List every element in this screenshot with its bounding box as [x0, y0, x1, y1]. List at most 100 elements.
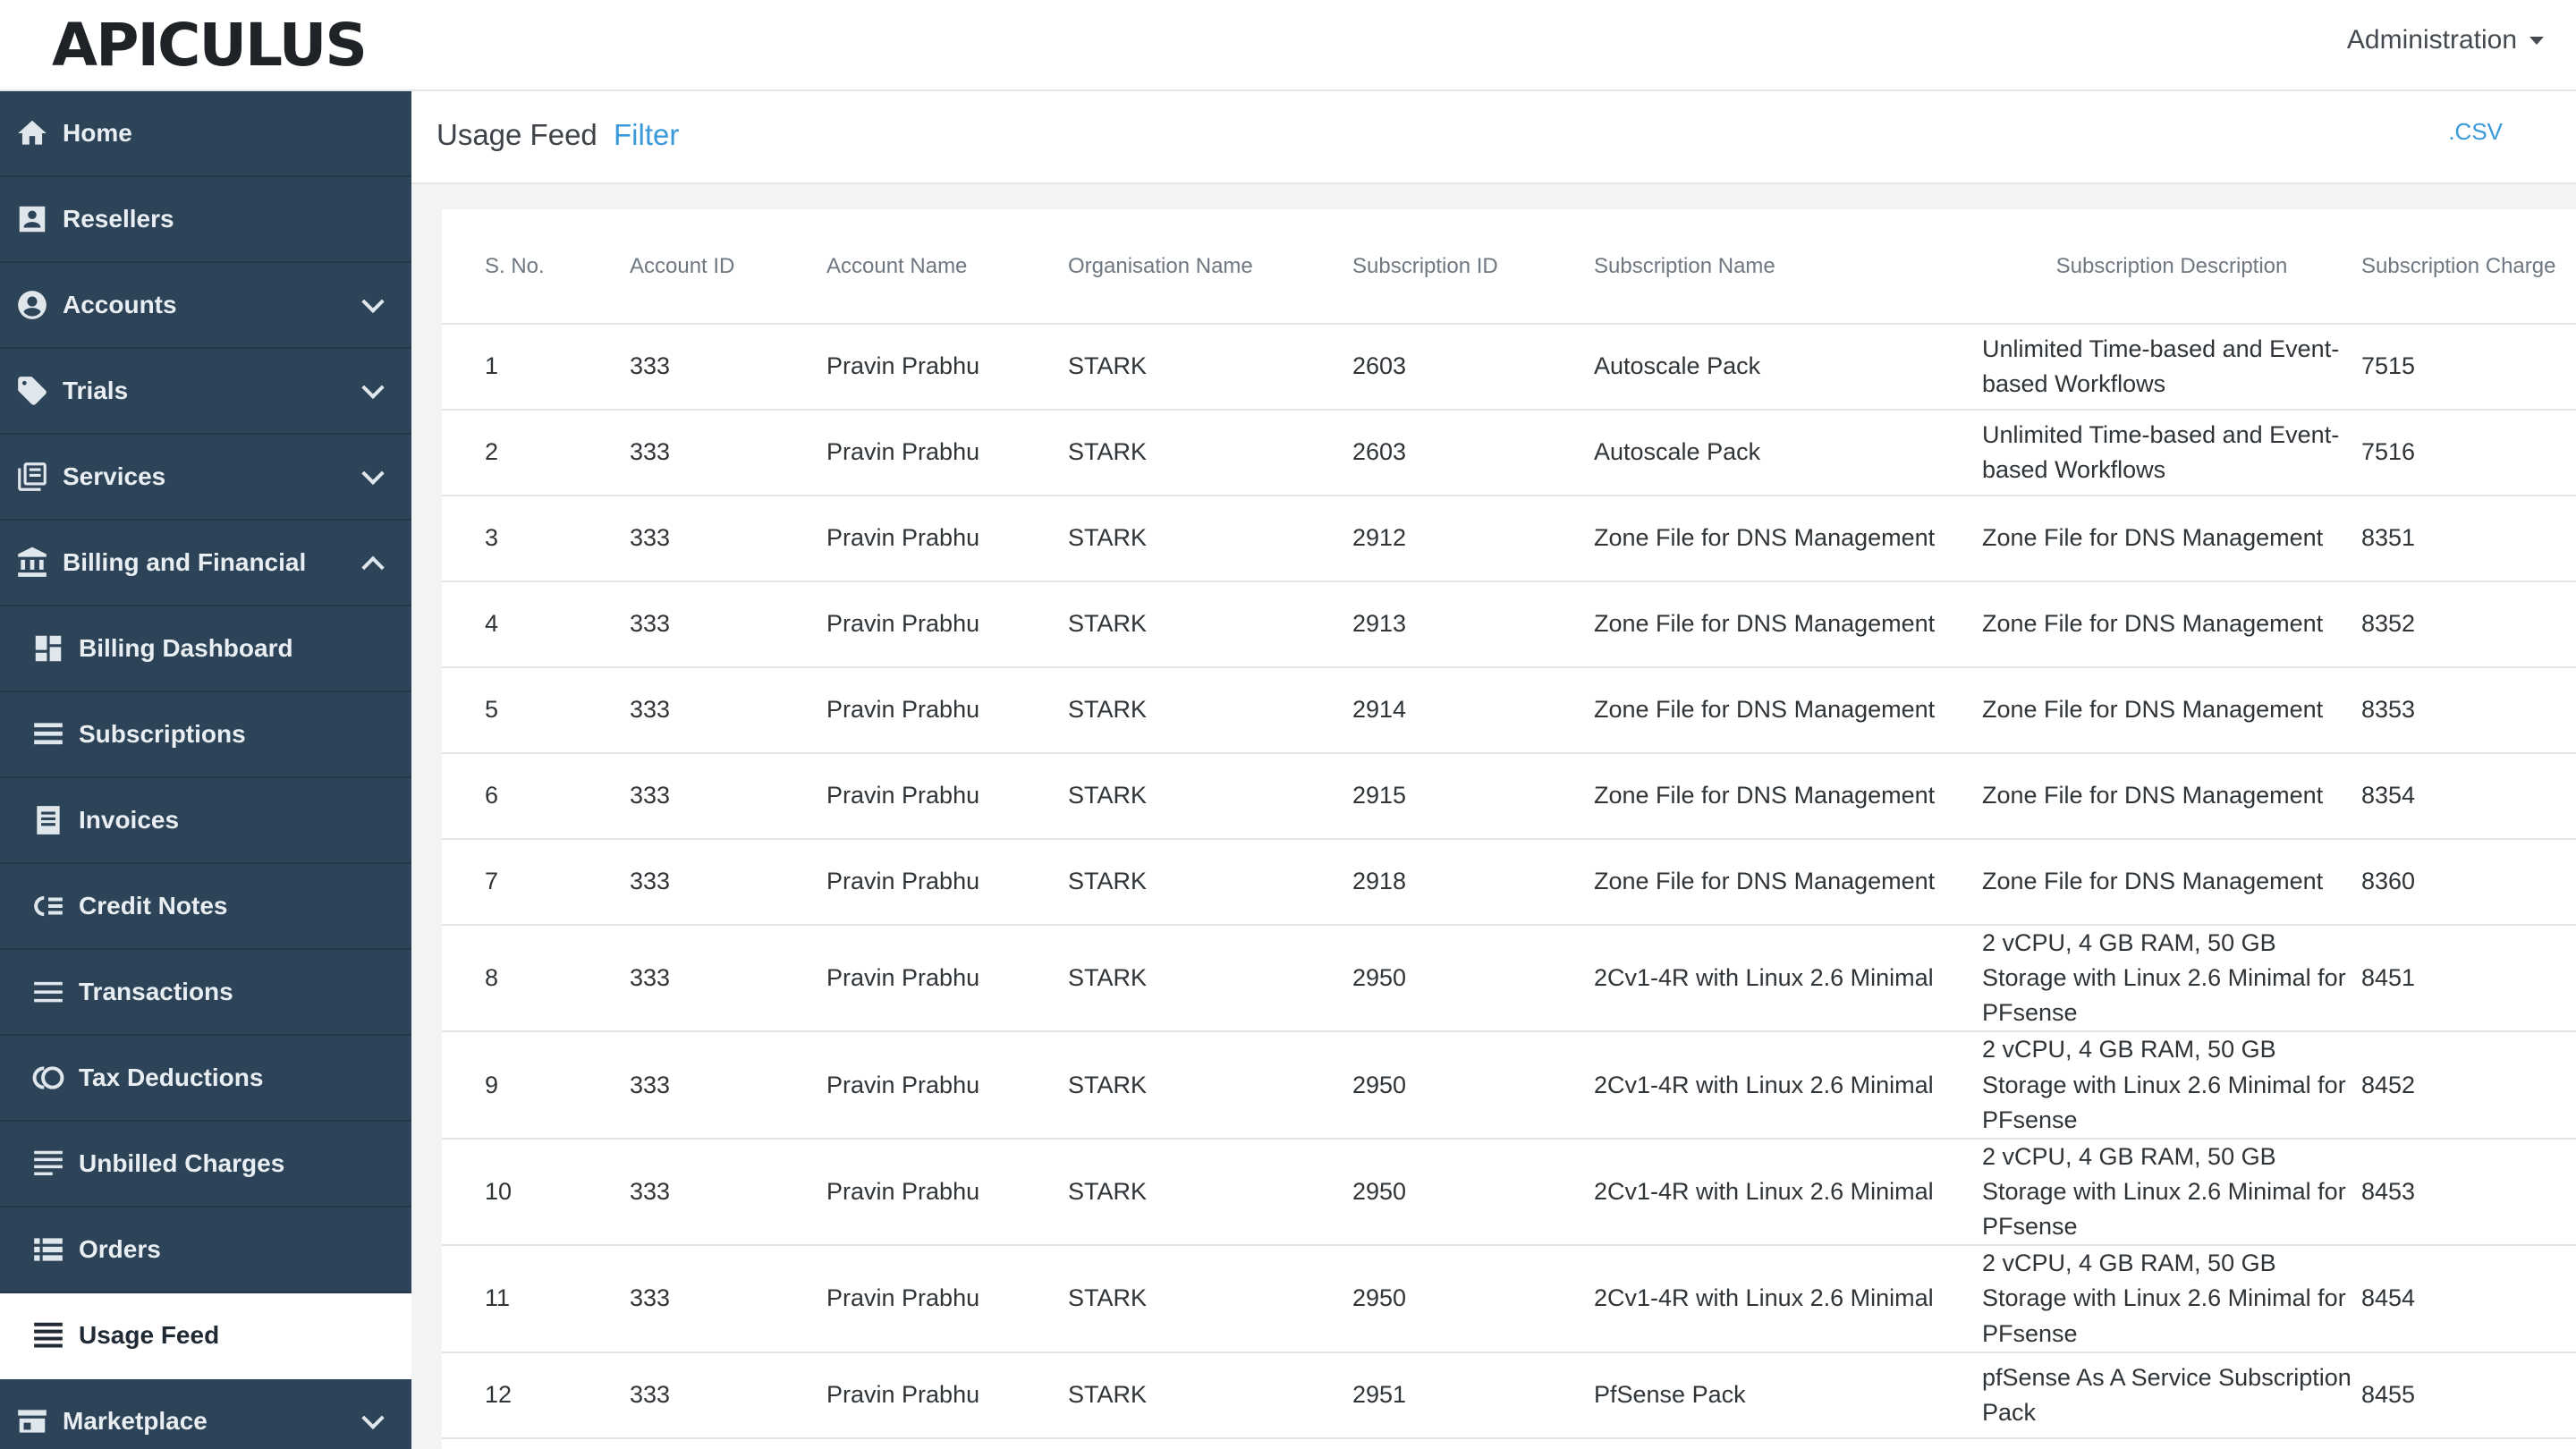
sidebar-item-accounts[interactable]: Accounts [0, 263, 411, 349]
caret-down-icon [2529, 36, 2544, 45]
sidebar-item-services[interactable]: Services [0, 435, 411, 521]
cell-account-id: 333 [630, 581, 826, 668]
sidebar-item-tax-deductions[interactable]: Tax Deductions [0, 1036, 411, 1122]
table-row[interactable]: 5 333 Pravin Prabhu STARK 2914 Zone File… [442, 667, 2576, 754]
cell-subscription-charge: 8455 [2361, 1352, 2576, 1439]
cell-s-no: 8 [442, 925, 630, 1033]
sidebar-item-credit-notes[interactable]: Credit Notes [0, 864, 411, 950]
cell-s-no: 4 [442, 581, 630, 668]
content-header: Usage Feed Filter .CSV [411, 91, 2576, 184]
chevron-down-icon[interactable] [361, 376, 385, 400]
library-icon [14, 459, 50, 495]
table-row[interactable]: 10 333 Pravin Prabhu STARK 2950 2Cv1-4R … [442, 1138, 2576, 1247]
cell-subscription-charge: 8354 [2361, 753, 2576, 840]
cell-account-name: Pravin Prabhu [826, 496, 1068, 582]
sidebar-item-orders[interactable]: Orders [0, 1208, 411, 1293]
column-header-account-name[interactable]: Account Name [826, 209, 1068, 325]
cell-subscription-description: pfSense As A Service Subscription Pack [1982, 1352, 2361, 1439]
sidebar-item-home[interactable]: Home [0, 91, 411, 177]
cell-subscription-charge: 8452 [2361, 1031, 2576, 1140]
table-row[interactable]: 4 333 Pravin Prabhu STARK 2913 Zone File… [442, 581, 2576, 668]
cell-subscription-description: Unlimited Time-based and Event-based Wor… [1982, 410, 2361, 496]
sidebar-item-trials[interactable]: Trials [0, 349, 411, 435]
dashboard-icon [30, 631, 66, 666]
cell-s-no: 7 [442, 839, 630, 926]
sidebar-item-label: Services [63, 462, 166, 490]
cell-subscription-charge: 8352 [2361, 581, 2576, 668]
administration-label: Administration [2346, 25, 2517, 55]
column-header-account-id[interactable]: Account ID [630, 209, 826, 325]
cell-account-name: Pravin Prabhu [826, 753, 1068, 840]
cell-organisation-name: STARK [1068, 581, 1352, 668]
cell-s-no: 12 [442, 1352, 630, 1439]
table-row[interactable]: 1 333 Pravin Prabhu STARK 2603 Autoscale… [442, 324, 2576, 411]
apiculus-logo[interactable]: APICULUS [52, 11, 368, 80]
sidebar-item-unbilled-charges[interactable]: Unbilled Charges [0, 1122, 411, 1208]
administration-menu[interactable]: Administration [2347, 25, 2544, 55]
filter-link[interactable]: Filter [614, 118, 679, 152]
cell-subscription-id: 2951 [1352, 1352, 1594, 1439]
sidebar-item-transactions[interactable]: Transactions [0, 950, 411, 1036]
column-header-s-no[interactable]: S. No. [442, 209, 630, 325]
cell-subscription-description: 2 vCPU, 4 GB RAM, 50 GB Storage with Lin… [1982, 1031, 2361, 1140]
cell-s-no: 11 [442, 1245, 630, 1353]
cell-subscription-charge: 7516 [2361, 410, 2576, 496]
cell-account-name: Pravin Prabhu [826, 1138, 1068, 1247]
csv-export-link[interactable]: .CSV [2448, 118, 2503, 146]
cell-account-name: Pravin Prabhu [826, 667, 1068, 754]
cell-account-name: Pravin Prabhu [826, 1352, 1068, 1439]
chevron-down-icon[interactable] [361, 462, 385, 486]
column-header-organisation-name[interactable]: Organisation Name [1068, 209, 1352, 325]
cell-subscription-name: Zone File for DNS Management [1594, 496, 1982, 582]
table-row[interactable]: 11 333 Pravin Prabhu STARK 2950 2Cv1-4R … [442, 1245, 2576, 1353]
table-row[interactable]: 6 333 Pravin Prabhu STARK 2915 Zone File… [442, 753, 2576, 840]
page-title: Usage Feed [436, 118, 597, 151]
sidebar-item-resellers[interactable]: Resellers [0, 177, 411, 263]
orders-icon [30, 1232, 66, 1267]
cell-subscription-id: 2914 [1352, 667, 1594, 754]
store-icon [14, 1403, 50, 1439]
cell-subscription-charge: 8353 [2361, 667, 2576, 754]
chevron-up-icon[interactable] [361, 555, 385, 580]
column-header-subscription-description[interactable]: Subscription Description [1982, 209, 2361, 325]
cell-account-id: 333 [630, 925, 826, 1033]
lines-icon [30, 974, 66, 1010]
cell-subscription-id: 2950 [1352, 925, 1594, 1033]
sidebar-item-marketplace[interactable]: Marketplace [0, 1379, 411, 1449]
sidebar-item-invoices[interactable]: Invoices [0, 778, 411, 864]
home-icon [14, 115, 50, 151]
cell-account-name: Pravin Prabhu [826, 839, 1068, 926]
sidebar-item-label: Subscriptions [79, 720, 246, 748]
chevron-down-icon[interactable] [361, 290, 385, 314]
cell-subscription-id: 2913 [1352, 581, 1594, 668]
cell-subscription-description: Zone File for DNS Management [1982, 496, 2361, 582]
cell-subscription-charge: 8351 [2361, 496, 2576, 582]
table-row[interactable]: 3 333 Pravin Prabhu STARK 2912 Zone File… [442, 496, 2576, 582]
table-row[interactable]: 8 333 Pravin Prabhu STARK 2950 2Cv1-4R w… [442, 925, 2576, 1033]
column-header-subscription-id[interactable]: Subscription ID [1352, 209, 1594, 325]
sidebar-item-label: Transactions [79, 978, 233, 1005]
sidebar-item-billing-dashboard[interactable]: Billing Dashboard [0, 606, 411, 692]
table-body: 1 333 Pravin Prabhu STARK 2603 Autoscale… [442, 324, 2576, 1439]
table-row[interactable]: 2 333 Pravin Prabhu STARK 2603 Autoscale… [442, 410, 2576, 496]
cell-subscription-id: 2603 [1352, 410, 1594, 496]
logo-text: APICULUS [52, 11, 368, 80]
column-header-subscription-name[interactable]: Subscription Name [1594, 209, 1982, 325]
cell-account-id: 333 [630, 324, 826, 411]
cell-s-no: 9 [442, 1031, 630, 1140]
chevron-down-icon[interactable] [361, 1406, 385, 1430]
table-row[interactable]: 7 333 Pravin Prabhu STARK 2918 Zone File… [442, 839, 2576, 926]
cell-organisation-name: STARK [1068, 839, 1352, 926]
table-row[interactable]: 12 333 Pravin Prabhu STARK 2951 PfSense … [442, 1352, 2576, 1439]
cell-subscription-description: 2 vCPU, 4 GB RAM, 50 GB Storage with Lin… [1982, 1245, 2361, 1353]
column-header-subscription-charge[interactable]: Subscription Charge [2361, 209, 2576, 325]
cell-subscription-description: 2 vCPU, 4 GB RAM, 50 GB Storage with Lin… [1982, 1138, 2361, 1247]
sidebar-item-usage-feed[interactable]: Usage Feed [0, 1293, 411, 1379]
cell-subscription-id: 2918 [1352, 839, 1594, 926]
sidebar-item-billing-and-financial[interactable]: Billing and Financial [0, 521, 411, 606]
sidebar-item-subscriptions[interactable]: Subscriptions [0, 692, 411, 778]
sidebar-item-label: Unbilled Charges [79, 1149, 285, 1177]
table-row[interactable]: 9 333 Pravin Prabhu STARK 2950 2Cv1-4R w… [442, 1031, 2576, 1140]
cell-organisation-name: STARK [1068, 496, 1352, 582]
cell-account-id: 333 [630, 496, 826, 582]
